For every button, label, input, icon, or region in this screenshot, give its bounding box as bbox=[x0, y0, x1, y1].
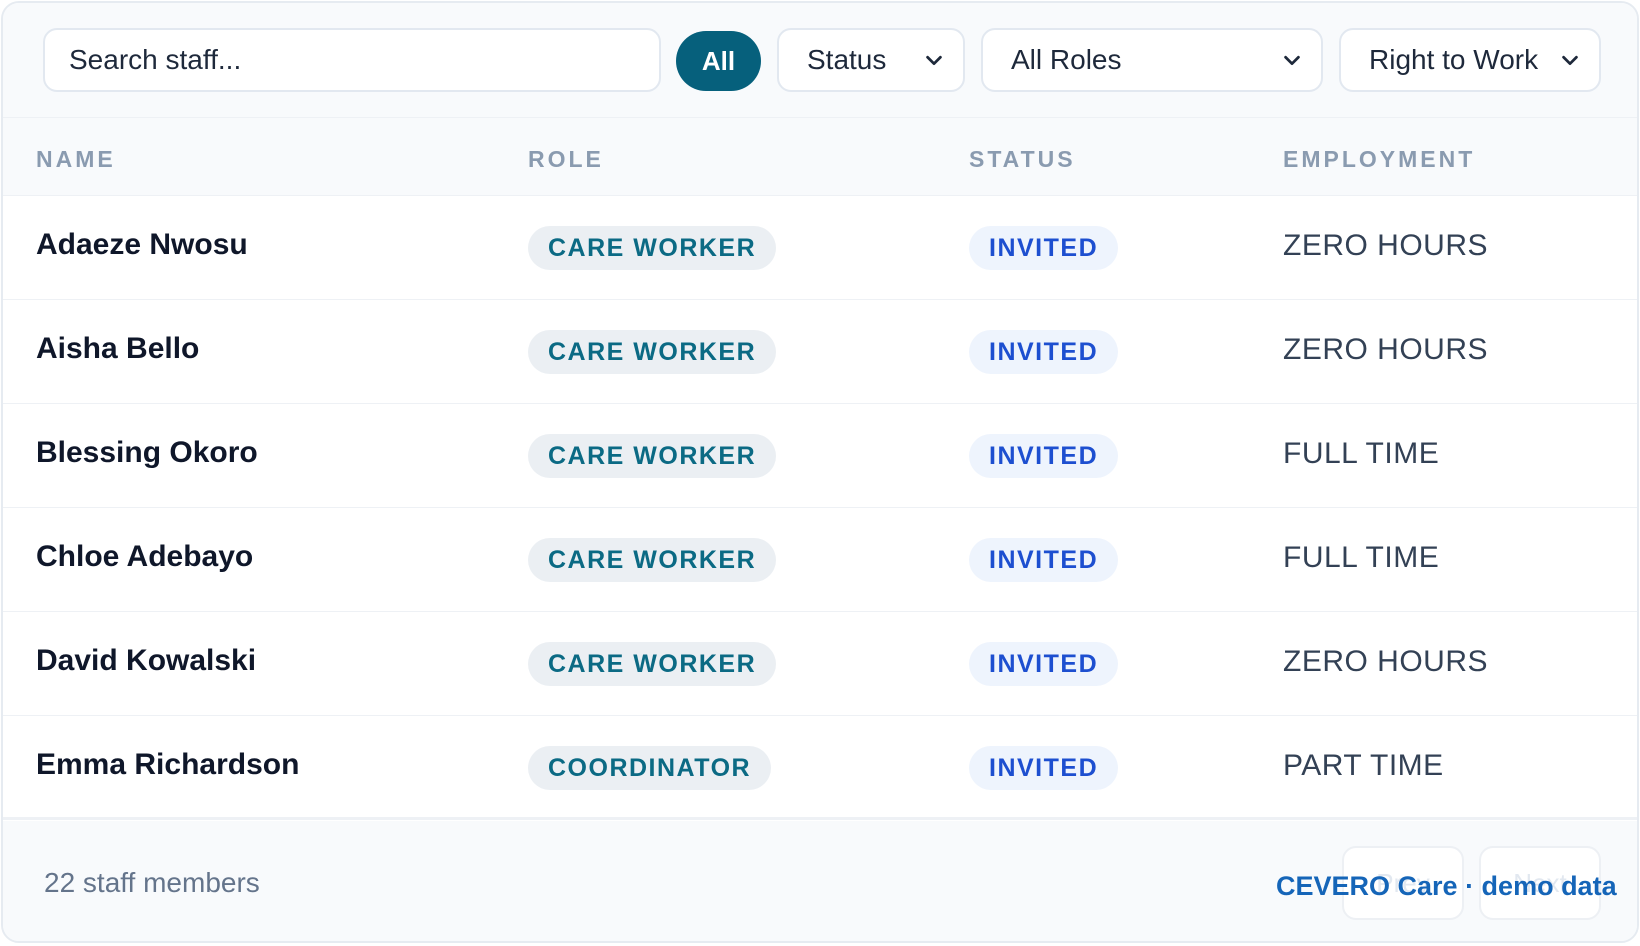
demo-data-watermark: CEVERO Care · demo data bbox=[1276, 871, 1617, 901]
role-badge: CARE WORKER bbox=[528, 226, 777, 270]
filter-toolbar: All Status All Roles Right to Work bbox=[3, 3, 1637, 117]
staff-name: Blessing Okoro bbox=[36, 436, 258, 469]
status-select-label: Status bbox=[807, 44, 887, 75]
table-row[interactable]: Adaeze Nwosu CARE WORKER INVITED ZERO HO… bbox=[3, 196, 1637, 300]
role-badge: CARE WORKER bbox=[528, 538, 777, 582]
staff-count: 22 staff members bbox=[44, 867, 260, 898]
chevron-down-icon bbox=[926, 55, 942, 66]
table-body: Adaeze Nwosu CARE WORKER INVITED ZERO HO… bbox=[3, 196, 1637, 820]
column-header-name[interactable]: NAME bbox=[36, 146, 116, 173]
table-row[interactable]: David Kowalski CARE WORKER INVITED ZERO … bbox=[3, 612, 1637, 716]
roles-select-label: All Roles bbox=[1011, 44, 1122, 75]
column-header-employment[interactable]: EMPLOYMENT bbox=[1283, 146, 1475, 173]
filter-all-button[interactable]: All bbox=[676, 31, 761, 91]
status-select[interactable]: Status bbox=[777, 28, 965, 92]
column-header-status[interactable]: STATUS bbox=[969, 146, 1076, 173]
status-badge: INVITED bbox=[969, 226, 1119, 270]
table-row[interactable]: Blessing Okoro CARE WORKER INVITED FULL … bbox=[3, 404, 1637, 508]
staff-name: Adaeze Nwosu bbox=[36, 228, 248, 261]
search-input[interactable] bbox=[43, 28, 661, 92]
role-badge: CARE WORKER bbox=[528, 330, 777, 374]
status-badge: INVITED bbox=[969, 434, 1119, 478]
staff-name: Aisha Bello bbox=[36, 332, 200, 365]
status-badge: INVITED bbox=[969, 746, 1119, 790]
staff-table-card: All Status All Roles Right to Work NAME … bbox=[1, 1, 1639, 943]
employment-type: ZERO HOURS bbox=[1283, 645, 1489, 678]
right-to-work-select-label: Right to Work bbox=[1369, 44, 1539, 75]
role-badge: COORDINATOR bbox=[528, 746, 772, 790]
table-row[interactable]: Aisha Bello CARE WORKER INVITED ZERO HOU… bbox=[3, 300, 1637, 404]
status-badge: INVITED bbox=[969, 538, 1119, 582]
employment-type: ZERO HOURS bbox=[1283, 229, 1489, 262]
staff-name: Chloe Adebayo bbox=[36, 540, 254, 573]
employment-type: PART TIME bbox=[1283, 749, 1444, 782]
table-header: NAME ROLE STATUS EMPLOYMENT bbox=[3, 117, 1637, 196]
status-badge: INVITED bbox=[969, 642, 1119, 686]
staff-name: David Kowalski bbox=[36, 644, 257, 677]
staff-name: Emma Richardson bbox=[36, 748, 300, 781]
table-row[interactable]: Chloe Adebayo CARE WORKER INVITED FULL T… bbox=[3, 508, 1637, 612]
status-badge: INVITED bbox=[969, 330, 1119, 374]
right-to-work-select[interactable]: Right to Work bbox=[1339, 28, 1601, 92]
chevron-down-icon bbox=[1562, 55, 1578, 66]
table-row[interactable]: Emma Richardson COORDINATOR INVITED PART… bbox=[3, 716, 1637, 820]
employment-type: ZERO HOURS bbox=[1283, 333, 1489, 366]
chevron-down-icon bbox=[1284, 55, 1300, 66]
employment-type: FULL TIME bbox=[1283, 437, 1440, 470]
employment-type: FULL TIME bbox=[1283, 541, 1440, 574]
role-badge: CARE WORKER bbox=[528, 434, 777, 478]
role-badge: CARE WORKER bbox=[528, 642, 777, 686]
table-footer: 22 staff members Prev Next CEVERO Care ·… bbox=[3, 821, 1637, 941]
roles-select[interactable]: All Roles bbox=[981, 28, 1323, 92]
column-header-role[interactable]: ROLE bbox=[528, 146, 604, 173]
